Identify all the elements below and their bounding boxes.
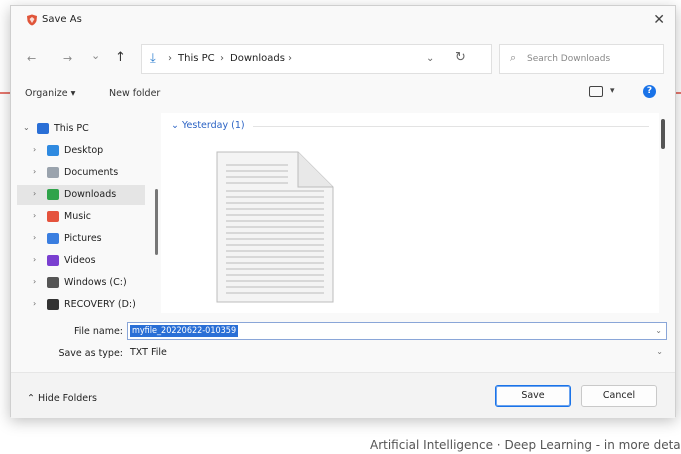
help-icon[interactable]: ? bbox=[643, 85, 656, 98]
sidebar-item-documents[interactable]: › Documents bbox=[17, 163, 145, 183]
search-box[interactable]: ⌕ Search Downloads bbox=[499, 44, 664, 74]
sidebar-item-windows-c[interactable]: › Windows (C:) bbox=[17, 273, 145, 293]
save-as-type-label: Save as type: bbox=[58, 348, 123, 359]
file-name-input[interactable]: myfile_20220622-010359 ⌄ bbox=[127, 322, 667, 340]
sidebar-item-label: Music bbox=[64, 211, 92, 222]
file-name-value[interactable]: myfile_20220622-010359 bbox=[130, 325, 239, 337]
sidebar-item-label: Windows (C:) bbox=[64, 277, 127, 288]
sidebar-item-desktop[interactable]: › Desktop bbox=[17, 141, 145, 161]
chevron-right-icon[interactable]: › bbox=[33, 255, 36, 264]
navigation-pane: ⌄ This PC › Desktop › Documents › Downloads › Mus… bbox=[17, 113, 161, 313]
chevron-down-icon[interactable]: ⌄ bbox=[23, 123, 30, 132]
cancel-button[interactable]: Cancel bbox=[581, 385, 657, 407]
sidebar-item-this-pc[interactable]: ⌄ This PC bbox=[17, 119, 145, 139]
recent-locations-icon[interactable]: ⌄ bbox=[91, 49, 100, 62]
group-divider bbox=[253, 126, 649, 127]
sidebar-item-pictures[interactable]: › Pictures bbox=[17, 229, 145, 249]
navigation-row: ← → ⌄ ↑ ⤓ › This PC › Downloads › ⌄ ↻ ⌕ … bbox=[11, 44, 675, 78]
app-shield-icon bbox=[27, 14, 37, 26]
breadcrumb-separator: › bbox=[288, 53, 292, 64]
chevron-right-icon[interactable]: › bbox=[33, 189, 36, 198]
sidebar-item-music[interactable]: › Music bbox=[17, 207, 145, 227]
navigation-pane-scrollbar[interactable] bbox=[155, 189, 158, 255]
sidebar-item-downloads[interactable]: › Downloads bbox=[17, 185, 145, 205]
new-folder-button[interactable]: New folder bbox=[109, 88, 160, 99]
save-button[interactable]: Save bbox=[495, 385, 571, 407]
breadcrumb-this-pc[interactable]: This PC bbox=[178, 53, 215, 64]
chevron-up-icon: ⌃ bbox=[27, 393, 35, 404]
downloads-icon bbox=[47, 189, 59, 200]
sidebar-item-recovery-d[interactable]: › RECOVERY (D:) bbox=[17, 295, 145, 315]
sidebar-item-videos[interactable]: › Videos bbox=[17, 251, 145, 271]
file-name-dropdown-icon[interactable]: ⌄ bbox=[655, 326, 662, 335]
group-collapse-chevron-icon[interactable]: ⌄ bbox=[171, 120, 179, 131]
pictures-icon bbox=[47, 233, 59, 244]
dialog-title: Save As bbox=[42, 14, 82, 25]
title-bar: Save As ✕ bbox=[11, 6, 675, 34]
file-name-label: File name: bbox=[73, 326, 123, 337]
refresh-icon[interactable]: ↻ bbox=[455, 50, 466, 65]
breadcrumb-downloads[interactable]: Downloads bbox=[230, 53, 285, 64]
dialog-footer: ⌃ Hide Folders Save Cancel bbox=[11, 372, 675, 418]
desktop-icon bbox=[47, 145, 59, 156]
save-as-dialog: Save As ✕ ← → ⌄ ↑ ⤓ › This PC › Download… bbox=[10, 5, 676, 418]
organize-button[interactable]: Organize ▾ bbox=[25, 88, 75, 99]
view-options-caret-icon[interactable]: ▾ bbox=[610, 86, 615, 96]
documents-icon bbox=[47, 167, 59, 178]
chevron-right-icon[interactable]: › bbox=[33, 233, 36, 242]
chevron-right-icon[interactable]: › bbox=[33, 299, 36, 308]
view-options-icon[interactable] bbox=[589, 86, 603, 97]
hide-folders-label: Hide Folders bbox=[38, 393, 97, 404]
sidebar-item-label: This PC bbox=[54, 123, 89, 134]
hide-folders-button[interactable]: ⌃ Hide Folders bbox=[27, 393, 97, 404]
forward-arrow-icon[interactable]: → bbox=[63, 52, 72, 65]
chevron-right-icon[interactable]: › bbox=[33, 145, 36, 154]
group-header-yesterday[interactable]: ⌄ Yesterday (1) bbox=[171, 120, 245, 131]
sidebar-item-label: Downloads bbox=[64, 189, 117, 200]
close-button[interactable]: ✕ bbox=[653, 12, 665, 28]
sidebar-item-label: Desktop bbox=[64, 145, 104, 156]
search-placeholder: Search Downloads bbox=[527, 54, 611, 64]
sidebar-item-label: Pictures bbox=[64, 233, 102, 244]
breadcrumb-separator: › bbox=[168, 53, 172, 64]
search-icon: ⌕ bbox=[510, 51, 517, 64]
downloads-arrow-icon: ⤓ bbox=[150, 51, 156, 66]
drive-icon bbox=[47, 277, 59, 288]
sidebar-item-label: RECOVERY (D:) bbox=[64, 299, 136, 310]
text-file-icon[interactable] bbox=[216, 151, 334, 303]
address-history-chevron-icon[interactable]: ⌄ bbox=[426, 53, 434, 64]
videos-icon bbox=[47, 255, 59, 266]
file-list-pane: ⌄ Yesterday (1) bbox=[161, 113, 659, 313]
breadcrumb-separator: › bbox=[220, 53, 224, 64]
pc-icon bbox=[37, 123, 49, 134]
back-arrow-icon[interactable]: ← bbox=[27, 52, 36, 65]
address-bar[interactable]: ⤓ › This PC › Downloads › ⌄ ↻ bbox=[141, 44, 492, 74]
save-as-type-select[interactable]: TXT File ⌄ bbox=[127, 344, 667, 362]
sidebar-item-label: Documents bbox=[64, 167, 119, 178]
up-arrow-icon[interactable]: ↑ bbox=[115, 50, 126, 65]
sidebar-item-label: Videos bbox=[64, 255, 96, 266]
music-icon bbox=[47, 211, 59, 222]
group-header-label: Yesterday (1) bbox=[182, 120, 245, 131]
save-as-type-value: TXT File bbox=[130, 347, 167, 358]
chevron-right-icon[interactable]: › bbox=[33, 211, 36, 220]
drive-icon bbox=[47, 299, 59, 310]
chevron-right-icon[interactable]: › bbox=[33, 167, 36, 176]
command-toolbar: Organize ▾ New folder ▾ ? bbox=[11, 82, 675, 108]
save-as-type-dropdown-icon[interactable]: ⌄ bbox=[656, 347, 663, 356]
chevron-right-icon[interactable]: › bbox=[33, 277, 36, 286]
background-footer-text: Artificial Intelligence · Deep Learning … bbox=[370, 438, 681, 452]
file-list-scrollbar[interactable] bbox=[661, 119, 665, 149]
